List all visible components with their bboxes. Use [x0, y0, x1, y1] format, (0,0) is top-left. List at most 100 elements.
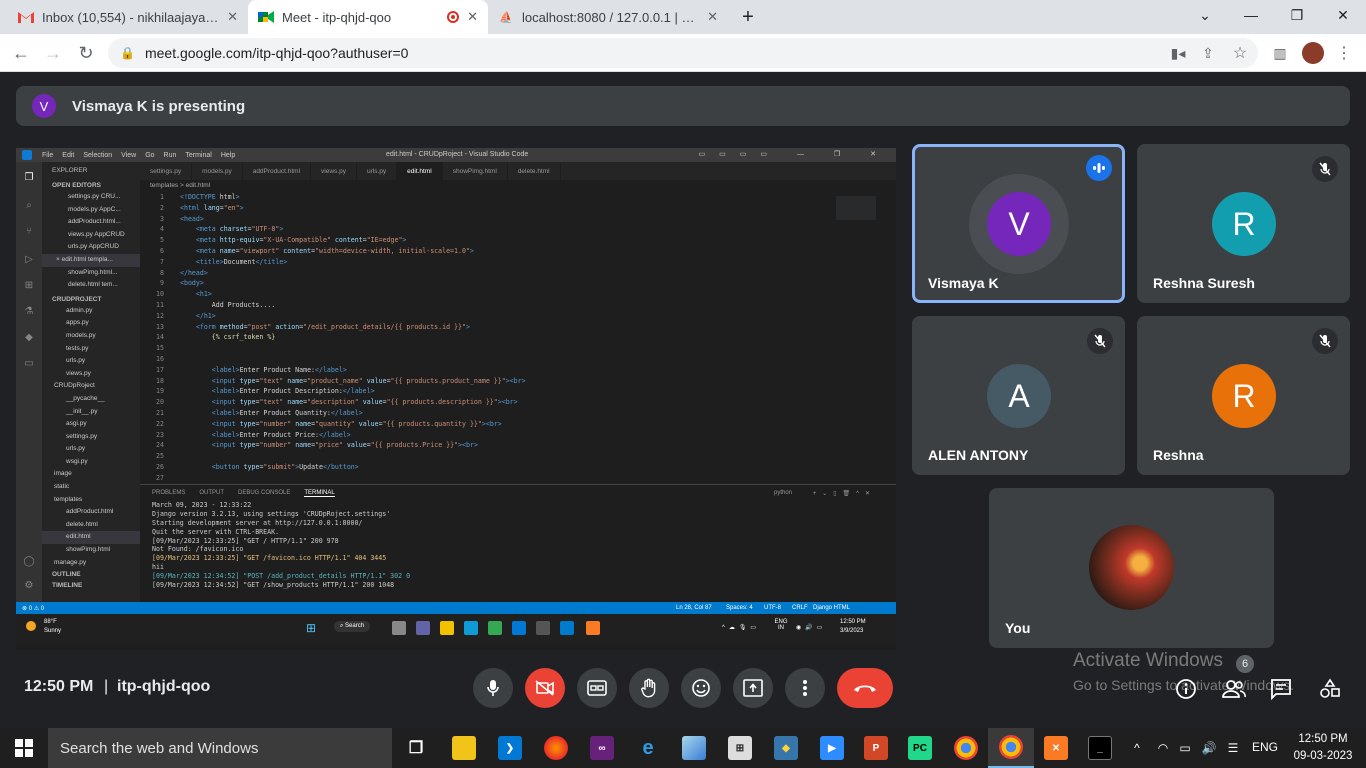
- file-item: urls.py: [66, 357, 86, 365]
- editor-tab: delete.html: [508, 162, 561, 180]
- store-icon[interactable]: ⊞: [728, 736, 752, 760]
- file-explorer-icon[interactable]: [452, 736, 476, 760]
- participant-tile-reshna-suresh[interactable]: R Reshna Suresh: [1137, 144, 1350, 303]
- pycharm-icon[interactable]: PC: [908, 736, 932, 760]
- line-number: 25: [156, 452, 164, 461]
- restore-button[interactable]: ❐: [1274, 0, 1320, 30]
- network-icon[interactable]: ◠: [1154, 740, 1172, 756]
- close-tab-icon[interactable]: ✕: [707, 9, 718, 25]
- vscode-icon[interactable]: ❯: [498, 736, 522, 760]
- chat-icon: [1271, 679, 1291, 700]
- microphone-button[interactable]: [473, 668, 513, 708]
- tab-label: localhost:8080 / 127.0.0.1 | phpM: [522, 9, 700, 25]
- camera-icon[interactable]: ▮◂: [1168, 43, 1188, 63]
- chrome-active-icon[interactable]: [988, 728, 1034, 768]
- tray-lang: ENG IN: [774, 619, 788, 631]
- participant-tile-reshna[interactable]: R Reshna: [1137, 316, 1350, 475]
- tab-phpmyadmin[interactable]: ⛵ localhost:8080 / 127.0.0.1 | phpM ✕: [488, 0, 728, 34]
- code-text: <label>Enter Product Name:</label>: [211, 365, 347, 374]
- taskbar-search-box[interactable]: Search the web and Windows: [48, 728, 392, 768]
- task-view-icon[interactable]: ❐: [404, 736, 428, 760]
- system-clock[interactable]: 12:50 PM 09-03-2023: [1288, 731, 1358, 765]
- minimize-button[interactable]: —: [1228, 0, 1274, 30]
- timeline-header: TIMELINE: [52, 582, 83, 590]
- tab-gmail[interactable]: Inbox (10,554) - nikhilaajayan76@ ✕: [8, 0, 248, 34]
- bookmark-star-icon[interactable]: ☆: [1230, 43, 1250, 63]
- language-indicator[interactable]: ENG: [1252, 740, 1278, 754]
- camera-off-button[interactable]: [525, 668, 565, 708]
- address-bar[interactable]: 🔒 meet.google.com/itp-qhjd-qoo?authuser=…: [108, 38, 1258, 68]
- presenting-banner: V Vismaya K is presenting: [16, 86, 1350, 126]
- leave-call-button[interactable]: [837, 668, 893, 708]
- raise-hand-button[interactable]: [629, 668, 669, 708]
- menu-item: Help: [220, 151, 236, 159]
- open-editor-item: urls.py AppCRUD: [68, 243, 119, 251]
- code-text: </h1>: [195, 311, 216, 320]
- start-button[interactable]: [0, 728, 48, 768]
- close-window-button[interactable]: ✕: [1320, 0, 1366, 30]
- avatar: A: [987, 364, 1051, 428]
- present-button[interactable]: [733, 668, 773, 708]
- back-icon[interactable]: ←: [8, 40, 34, 66]
- firefox-icon[interactable]: [544, 736, 568, 760]
- chrome-icon[interactable]: [954, 736, 978, 760]
- volume-icon[interactable]: 🔊: [1200, 740, 1218, 756]
- edge-icon[interactable]: e: [636, 736, 660, 760]
- close-tab-icon[interactable]: ✕: [467, 9, 478, 25]
- people-button[interactable]: [1221, 676, 1247, 702]
- terminal-icon[interactable]: _: [1088, 736, 1112, 760]
- panel-tab-active: TERMINAL: [304, 489, 335, 497]
- powerpoint-icon[interactable]: P: [864, 736, 888, 760]
- participant-tile-vismaya[interactable]: V Vismaya K: [912, 144, 1125, 303]
- code-text: <label>Enter Product Description:</label…: [211, 387, 375, 396]
- folder-item: CRUDpRoject: [54, 382, 95, 390]
- recording-icon: [447, 11, 460, 23]
- python-icon[interactable]: ◆: [774, 736, 798, 760]
- weather-temp: 88°F: [44, 619, 57, 625]
- app-icon[interactable]: [682, 736, 706, 760]
- reload-icon[interactable]: ↻: [73, 40, 99, 66]
- visual-studio-icon[interactable]: ∞: [590, 736, 614, 760]
- menu-item: Terminal: [185, 151, 212, 159]
- open-editor-item: addProduct.html...: [68, 218, 121, 226]
- terminal-line: Quit the server with CTRL-BREAK.: [152, 527, 280, 536]
- tray-chevron-icon[interactable]: ^: [1128, 740, 1146, 756]
- tab-label: Inbox (10,554) - nikhilaajayan76@: [42, 9, 220, 25]
- meeting-details-button[interactable]: [1173, 676, 1199, 702]
- zoom-icon[interactable]: ▶: [820, 736, 844, 760]
- code-text: <button type="submit">Update</button>: [211, 462, 359, 471]
- editor-tab: urls.py: [357, 162, 398, 180]
- notification-icon[interactable]: ☰: [1224, 740, 1242, 756]
- participant-tile-you[interactable]: You: [989, 488, 1274, 648]
- panel-tab: PROBLEMS: [152, 490, 186, 496]
- code-text: <title>Document</title>: [195, 257, 288, 266]
- terminal-output: March 09, 2023 - 12:33:22 Django version …: [140, 501, 896, 590]
- participant-tile-alen-antony[interactable]: A ALEN ANTONY: [912, 316, 1125, 475]
- activities-button[interactable]: [1317, 676, 1343, 702]
- captions-button[interactable]: [577, 668, 617, 708]
- folder-item: __pycache__: [66, 394, 105, 402]
- file-item: models.py: [66, 331, 96, 339]
- share-icon[interactable]: ⇪: [1198, 43, 1218, 63]
- editor-tab: showPimg.html: [443, 162, 508, 180]
- menu-dots-icon[interactable]: ⋮: [1334, 43, 1354, 63]
- more-options-button[interactable]: [785, 668, 825, 708]
- tab-search-icon[interactable]: ⌄: [1182, 0, 1228, 30]
- chat-button[interactable]: [1268, 676, 1294, 702]
- emoji-button[interactable]: [681, 668, 721, 708]
- code-line: 24 <input type="number" name="price" val…: [140, 440, 896, 451]
- new-tab-button[interactable]: +: [734, 2, 762, 32]
- xampp-icon[interactable]: ✕: [1044, 736, 1068, 760]
- close-tab-icon[interactable]: ✕: [227, 9, 238, 25]
- forward-icon[interactable]: →: [40, 40, 66, 66]
- battery-icon[interactable]: ▭: [1176, 740, 1194, 756]
- terminal-line: [09/Mar/2023 12:33:25] "GET /favicon.ico…: [152, 554, 387, 563]
- source-control-icon: ⑂: [26, 225, 32, 237]
- tab-meet[interactable]: Meet - itp-qhjd-qoo ✕: [248, 0, 488, 34]
- status-item: Spaces: 4: [726, 605, 753, 611]
- outline-header: OUTLINE: [52, 571, 81, 579]
- side-panel-icon[interactable]: ▥: [1270, 43, 1290, 63]
- lock-icon: 🔒: [120, 46, 135, 60]
- profile-avatar[interactable]: [1302, 42, 1324, 64]
- code-text: <meta name="viewport" content="width=dev…: [195, 246, 474, 255]
